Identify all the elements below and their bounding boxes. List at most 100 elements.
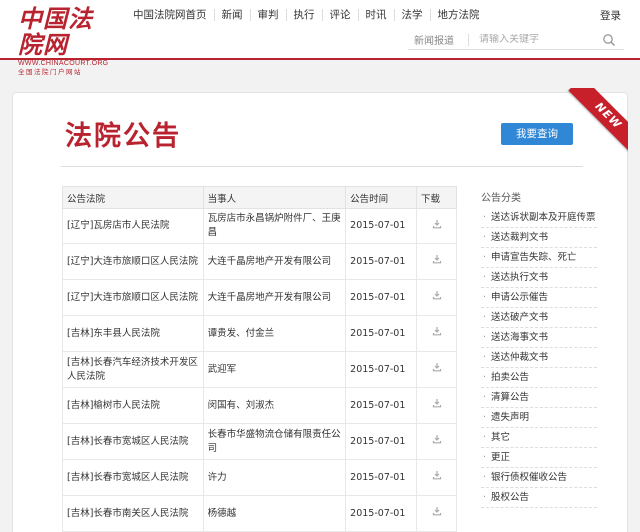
title-divider [61, 166, 583, 167]
download-cell [416, 495, 457, 532]
download-cell [416, 243, 457, 280]
party-cell: 杨德越 [202, 495, 347, 532]
date-cell: 2015-07-01 [345, 495, 418, 532]
date-cell: 2015-07-01 [345, 208, 418, 244]
table-row: [吉林]长春市宽城区人民法院 许力 2015-07-01 [62, 459, 457, 496]
date-cell: 2015-07-01 [345, 387, 418, 424]
date-cell: 2015-07-01 [345, 243, 418, 280]
table-row: [吉林]长春市宽城区人民法院 长春市华盛物流仓储有限责任公司 2015-07-01 [62, 423, 457, 460]
date-cell: 2015-07-01 [345, 351, 418, 388]
category-item[interactable]: 银行债权催收公告 [481, 468, 597, 488]
party-cell: 瓦房店市永昌锅炉附件厂、王庚昌 [202, 208, 347, 244]
nav-execution[interactable]: 执行 [285, 9, 322, 21]
logo-title: 中国法院网 [18, 4, 93, 59]
party-cell: 谭贵发、付金兰 [202, 315, 347, 352]
party-cell: 大连千晶房地产开发有限公司 [202, 243, 347, 280]
category-list: 送达诉状副本及开庭传票送达裁判文书申请宣告失踪、死亡送达执行文书申请公示催告送达… [481, 208, 597, 508]
download-cell [416, 459, 457, 496]
party-cell: 许力 [202, 459, 347, 496]
download-cell [416, 208, 457, 244]
court-cell[interactable]: [吉林]榆树市人民法院 [62, 387, 204, 424]
court-cell[interactable]: [吉林]长春市宽城区人民法院 [62, 423, 204, 460]
download-icon[interactable] [432, 254, 442, 264]
date-cell: 2015-07-01 [345, 423, 418, 460]
new-badge: NEW [568, 88, 628, 156]
column-header-party: 当事人 [202, 186, 347, 209]
notice-table: 公告法院 当事人 公告时间 下载 [辽宁]瓦房店市人民法院 瓦房店市永昌锅炉附件厂… [62, 186, 457, 532]
party-cell: 大连千晶房地产开发有限公司 [202, 279, 347, 316]
search-icon[interactable] [602, 33, 616, 47]
download-icon[interactable] [432, 290, 442, 300]
logo-url: WWW.CHINACOURT.ORG [18, 60, 109, 67]
table-row: [辽宁]大连市旅顺口区人民法院 大连千晶房地产开发有限公司 2015-07-01 [62, 279, 457, 316]
category-item[interactable]: 其它 [481, 428, 597, 448]
date-cell: 2015-07-01 [345, 459, 418, 496]
category-item[interactable]: 送达裁判文书 [481, 228, 597, 248]
search-input[interactable] [479, 34, 599, 45]
download-icon[interactable] [432, 219, 442, 229]
search-bar: 新闻报道 [408, 30, 624, 50]
download-cell [416, 351, 457, 388]
court-cell[interactable]: [吉林]长春市南关区人民法院 [62, 495, 204, 532]
download-cell [416, 279, 457, 316]
download-cell [416, 387, 457, 424]
date-cell: 2015-07-01 [345, 279, 418, 316]
category-item[interactable]: 送达海事文书 [481, 328, 597, 348]
nav-trial[interactable]: 审判 [249, 9, 286, 21]
logo-subtitle: 全国法院门户网站 [18, 68, 82, 76]
table-row: [辽宁]瓦房店市人民法院 瓦房店市永昌锅炉附件厂、王庚昌 2015-07-01 [62, 208, 457, 244]
table-row: [吉林]长春汽车经济技术开发区人民法院 武迎军 2015-07-01 [62, 351, 457, 388]
category-item[interactable]: 申请公示催告 [481, 288, 597, 308]
login-link[interactable]: 登录 [600, 8, 621, 23]
category-item[interactable]: 拍卖公告 [481, 368, 597, 388]
download-icon[interactable] [432, 398, 442, 408]
download-icon[interactable] [432, 362, 442, 372]
court-cell[interactable]: [吉林]长春市宽城区人民法院 [62, 459, 204, 496]
category-item[interactable]: 送达仲裁文书 [481, 348, 597, 368]
nav-home[interactable]: 中国法院网首页 [126, 9, 214, 21]
column-header-date: 公告时间 [345, 186, 418, 209]
category-item[interactable]: 申请宣告失踪、死亡 [481, 248, 597, 268]
site-header: 中国法院网 WWW.CHINACOURT.ORG 全国法院门户网站 中国法院网首… [0, 0, 640, 77]
new-ribbon: NEW [556, 88, 628, 160]
download-icon[interactable] [432, 434, 442, 444]
category-item[interactable]: 清算公告 [481, 388, 597, 408]
top-navigation: 中国法院网首页 新闻 审判 执行 评论 时讯 法学 地方法院 [126, 6, 487, 24]
party-cell: 长春市华盛物流仓储有限责任公司 [202, 423, 347, 460]
download-cell [416, 423, 457, 460]
category-title: 公告分类 [481, 193, 521, 204]
table-row: [吉林]长春市南关区人民法院 杨德越 2015-07-01 [62, 495, 457, 532]
category-item[interactable]: 送达执行文书 [481, 268, 597, 288]
category-item[interactable]: 遗失声明 [481, 408, 597, 428]
party-cell: 武迎军 [202, 351, 347, 388]
nav-current-news[interactable]: 时讯 [357, 9, 394, 21]
court-cell[interactable]: [吉林]长春汽车经济技术开发区人民法院 [62, 351, 204, 388]
category-item[interactable]: 送达诉状副本及开庭传票 [481, 208, 597, 228]
party-cell: 闵国有、刘淑杰 [202, 387, 347, 424]
nav-local-courts[interactable]: 地方法院 [429, 9, 487, 21]
nav-news[interactable]: 新闻 [213, 9, 250, 21]
search-category-select[interactable]: 新闻报道 [408, 32, 468, 47]
nav-jurisprudence[interactable]: 法学 [393, 9, 430, 21]
category-item[interactable]: 更正 [481, 448, 597, 468]
main-panel: 法院公告 我要查询 公告法院 当事人 公告时间 下载 [辽宁]瓦房店市人民法院瓦… [12, 92, 628, 532]
court-cell[interactable]: [辽宁]大连市旅顺口区人民法院 [62, 279, 204, 316]
table-row: [吉林]东丰县人民法院 谭贵发、付金兰 2015-07-01 [62, 315, 457, 352]
nav-commentary[interactable]: 评论 [321, 9, 358, 21]
column-header-download: 下载 [416, 186, 457, 209]
column-header-court: 公告法院 [62, 186, 204, 209]
table-row: [辽宁]大连市旅顺口区人民法院 大连千晶房地产开发有限公司 2015-07-01 [62, 243, 457, 280]
category-item[interactable]: 送达破产文书 [481, 308, 597, 328]
download-icon[interactable] [432, 326, 442, 336]
court-cell[interactable]: [辽宁]瓦房店市人民法院 [62, 208, 204, 244]
category-item[interactable]: 股权公告 [481, 488, 597, 508]
date-cell: 2015-07-01 [345, 315, 418, 352]
table-header-row: 公告法院 当事人 公告时间 下载 [62, 186, 457, 209]
site-logo[interactable]: 中国法院网 WWW.CHINACOURT.ORG 全国法院门户网站 [18, 6, 116, 77]
page-title: 法院公告 [65, 121, 181, 152]
search-divider [468, 33, 469, 46]
court-cell[interactable]: [吉林]东丰县人民法院 [62, 315, 204, 352]
court-cell[interactable]: [辽宁]大连市旅顺口区人民法院 [62, 243, 204, 280]
download-icon[interactable] [432, 470, 442, 480]
download-icon[interactable] [432, 506, 442, 516]
